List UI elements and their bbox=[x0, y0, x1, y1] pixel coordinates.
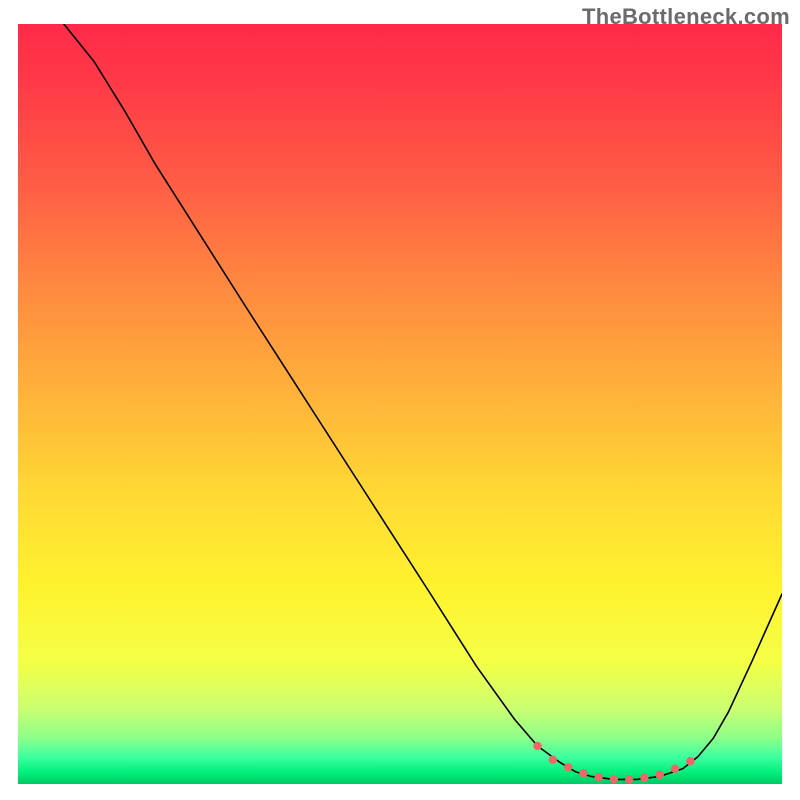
plot-area bbox=[18, 24, 782, 784]
highlight-dot bbox=[656, 771, 664, 779]
highlight-dot bbox=[549, 755, 557, 763]
highlight-dot bbox=[640, 774, 648, 782]
highlight-dot bbox=[564, 763, 572, 771]
highlight-dot bbox=[625, 775, 633, 783]
watermark-label: TheBottleneck.com bbox=[582, 4, 790, 30]
highlight-dot bbox=[579, 769, 587, 777]
chart-svg bbox=[18, 24, 782, 784]
chart-background bbox=[18, 24, 782, 784]
highlight-dot bbox=[686, 757, 694, 765]
highlight-dot bbox=[671, 765, 679, 773]
highlight-dot bbox=[610, 775, 618, 783]
highlight-dot bbox=[533, 742, 541, 750]
highlight-dot bbox=[594, 773, 602, 781]
chart-container: TheBottleneck.com bbox=[0, 0, 800, 800]
